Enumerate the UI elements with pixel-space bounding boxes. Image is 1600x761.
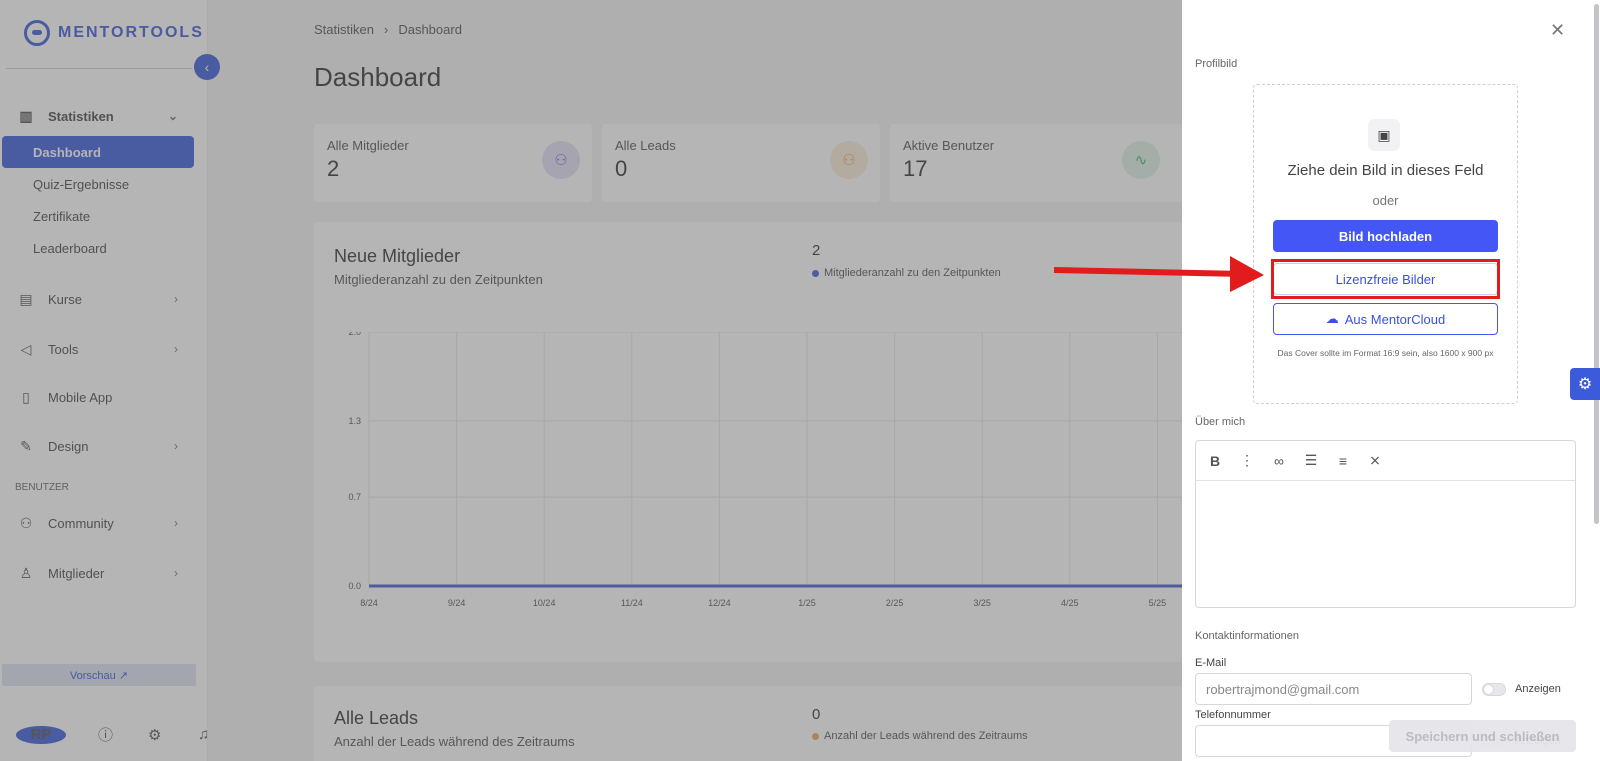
link-icon[interactable]: ∞: [1270, 453, 1288, 469]
bullet-list-icon[interactable]: ☰: [1302, 452, 1320, 469]
about-editor[interactable]: B ⋮ ∞ ☰ ≡ ⨯: [1195, 440, 1576, 608]
format-hint: Das Cover sollte im Format 16:9 sein, al…: [1277, 348, 1494, 358]
image-icon: ▣: [1368, 119, 1400, 151]
toggle-label: Anzeigen: [1515, 683, 1561, 695]
close-icon[interactable]: ✕: [1550, 20, 1565, 41]
dropzone-or: oder: [1372, 193, 1399, 208]
settings-tab[interactable]: ⚙: [1570, 368, 1600, 400]
more-vertical-icon[interactable]: ⋮: [1238, 452, 1256, 469]
gear-icon: ⚙: [1577, 376, 1593, 393]
image-dropzone[interactable]: ▣ Ziehe dein Bild in dieses Feld oder Bi…: [1253, 84, 1518, 404]
highlight-box: [1271, 259, 1500, 299]
dropzone-title: Ziehe dein Bild in dieses Feld: [1287, 162, 1484, 179]
clear-format-icon[interactable]: ⨯: [1366, 452, 1384, 469]
scrollbar[interactable]: [1592, 0, 1600, 530]
upload-image-button[interactable]: Bild hochladen: [1273, 220, 1498, 252]
email-label: E-Mail: [1195, 657, 1227, 669]
mentorcloud-label: Aus MentorCloud: [1344, 311, 1446, 327]
phone-label: Telefonnummer: [1195, 709, 1271, 721]
annotation-arrow: [1054, 256, 1264, 292]
mentorcloud-button[interactable]: ☁ Aus MentorCloud: [1273, 303, 1498, 335]
bold-icon[interactable]: B: [1206, 453, 1224, 469]
profile-drawer: ✕ Profilbild ▣ Ziehe dein Bild in dieses…: [1182, 0, 1600, 761]
modal-backdrop[interactable]: [0, 0, 1182, 761]
email-field[interactable]: [1195, 673, 1472, 705]
editor-toolbar: B ⋮ ∞ ☰ ≡ ⨯: [1196, 441, 1575, 481]
about-label: Über mich: [1195, 416, 1246, 428]
save-and-close-button[interactable]: Speichern und schließen: [1389, 720, 1576, 752]
email-visibility-toggle[interactable]: [1482, 683, 1506, 696]
numbered-list-icon[interactable]: ≡: [1334, 453, 1352, 469]
cloud-icon: ☁: [1325, 311, 1339, 326]
profile-image-label: Profilbild: [1195, 58, 1238, 70]
contact-label: Kontaktinformationen: [1195, 630, 1299, 642]
